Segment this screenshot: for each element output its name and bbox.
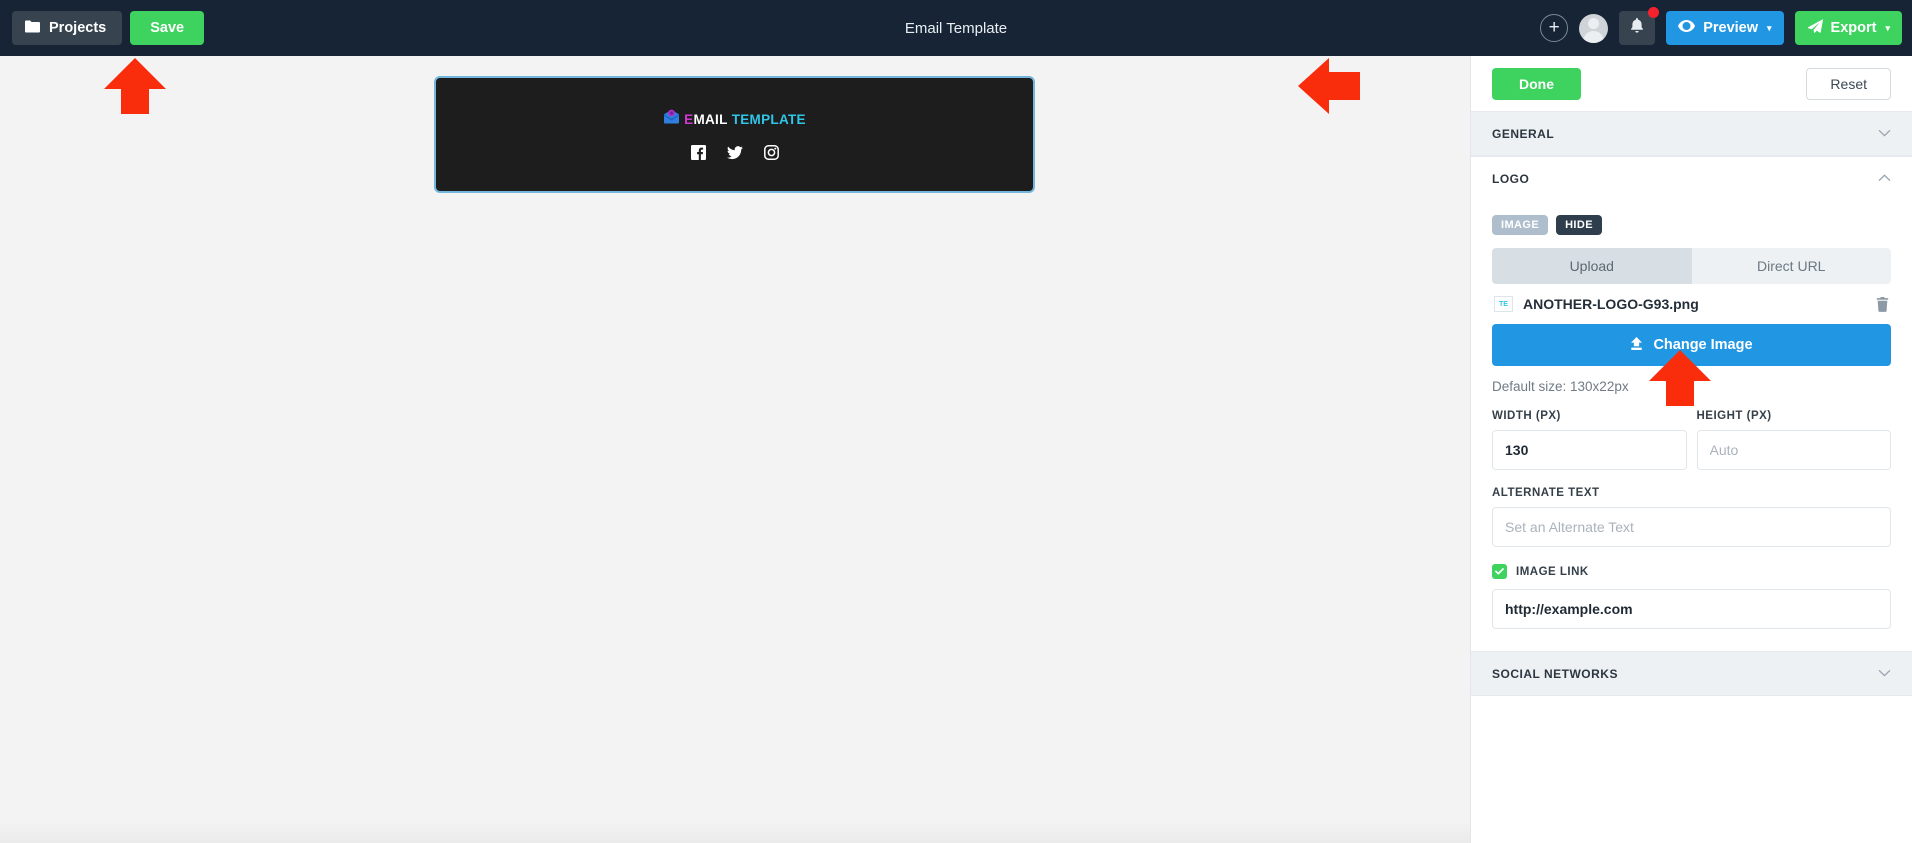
- notification-badge-dot: [1648, 7, 1660, 18]
- email-social-icons: [690, 145, 779, 160]
- chevron-down-icon: [1878, 128, 1891, 140]
- section-header-general[interactable]: GENERAL: [1471, 111, 1912, 156]
- logo-section-body: IMAGE HIDE Upload Direct URL TE ANOTHER-…: [1471, 201, 1912, 651]
- alternate-text-label: ALTERNATE TEXT: [1492, 487, 1600, 499]
- change-image-button-label: Change Image: [1653, 337, 1753, 353]
- badge-hide[interactable]: HIDE: [1556, 215, 1602, 235]
- export-button-label: Export: [1830, 20, 1877, 36]
- done-button[interactable]: Done: [1492, 67, 1581, 100]
- height-input[interactable]: [1696, 430, 1891, 470]
- eye-icon: [1678, 20, 1696, 36]
- image-source-tabs: Upload Direct URL: [1492, 248, 1891, 284]
- logo-mode-badges: IMAGE HIDE: [1492, 215, 1891, 235]
- avatar[interactable]: [1579, 13, 1609, 43]
- file-thumbnail-icon: TE: [1494, 296, 1513, 312]
- width-field-label: WIDTH (PX): [1492, 410, 1561, 422]
- toolbar-right-group: + Preview ▾ Export ▾: [1540, 0, 1902, 56]
- email-canvas[interactable]: EMAIL TEMPLATE: [0, 56, 1470, 843]
- uploaded-file-name: ANOTHER-LOGO-G93.png: [1523, 296, 1699, 312]
- facebook-icon[interactable]: [690, 145, 706, 160]
- plus-icon[interactable]: +: [1540, 14, 1569, 42]
- email-logo[interactable]: EMAIL TEMPLATE: [663, 109, 806, 129]
- toolbar-left-group: Projects Save: [0, 11, 205, 45]
- trash-icon[interactable]: [1876, 296, 1889, 312]
- share-arrow-icon: [1807, 19, 1823, 37]
- section-title-social-networks: SOCIAL NETWORKS: [1492, 666, 1618, 681]
- image-link-toggle-row: IMAGE LINK: [1492, 564, 1891, 579]
- chevron-down-icon: [1878, 668, 1891, 680]
- export-button[interactable]: Export ▾: [1794, 11, 1902, 45]
- email-envelope-icon: [663, 109, 680, 129]
- image-link-checkbox[interactable]: [1492, 564, 1507, 579]
- reset-button[interactable]: Reset: [1806, 67, 1891, 100]
- notification-bell-icon: [1630, 18, 1644, 38]
- canvas-bottom-shade: [0, 821, 1470, 843]
- section-header-logo[interactable]: LOGO: [1471, 156, 1912, 201]
- logo-text-part-3: TEMPLATE: [727, 111, 806, 127]
- preview-button[interactable]: Preview ▾: [1666, 11, 1784, 45]
- email-logo-text: EMAIL TEMPLATE: [684, 112, 806, 127]
- section-header-social-networks[interactable]: SOCIAL NETWORKS: [1471, 651, 1912, 696]
- upload-arrow-icon: [1630, 336, 1643, 354]
- image-link-input[interactable]: [1492, 589, 1891, 629]
- logo-text-part-2: MAIL: [693, 111, 728, 127]
- tab-upload[interactable]: Upload: [1492, 248, 1692, 284]
- alternate-text-input[interactable]: [1492, 507, 1891, 547]
- instagram-icon[interactable]: [763, 145, 779, 160]
- save-button[interactable]: Save: [130, 11, 205, 45]
- change-image-button[interactable]: Change Image: [1492, 324, 1891, 366]
- section-title-general: GENERAL: [1492, 126, 1555, 141]
- image-link-label: IMAGE LINK: [1516, 565, 1589, 578]
- badge-image[interactable]: IMAGE: [1492, 215, 1549, 235]
- tab-direct-url[interactable]: Direct URL: [1691, 248, 1891, 284]
- app-root: Projects Save Email Template + Preview ▾…: [0, 0, 1912, 843]
- chevron-up-icon: [1878, 173, 1891, 185]
- twitter-icon[interactable]: [726, 145, 743, 160]
- preview-button-label: Preview: [1703, 20, 1759, 36]
- projects-button-label: Projects: [49, 20, 107, 36]
- height-field-label: HEIGHT (PX): [1696, 410, 1772, 422]
- width-input[interactable]: [1492, 430, 1687, 470]
- height-field-group: HEIGHT (PX): [1696, 410, 1891, 470]
- projects-button[interactable]: Projects: [12, 11, 123, 45]
- folder-icon: [25, 20, 40, 37]
- section-title-logo: LOGO: [1492, 172, 1530, 186]
- chevron-down-icon: ▾: [1885, 22, 1890, 33]
- panel-action-bar: Done Reset: [1471, 56, 1912, 111]
- chevron-down-icon: ▾: [1767, 22, 1772, 33]
- width-field-group: WIDTH (PX): [1492, 410, 1687, 470]
- uploaded-file-row: TE ANOTHER-LOGO-G93.png: [1492, 284, 1891, 324]
- email-footer-block[interactable]: EMAIL TEMPLATE: [434, 76, 1035, 193]
- settings-panel: Done Reset GENERAL LOGO IMAGE HIDE Uploa…: [1470, 56, 1912, 843]
- size-fields-row: WIDTH (PX) HEIGHT (PX): [1492, 410, 1891, 470]
- notifications-button[interactable]: [1619, 7, 1660, 45]
- top-toolbar: Projects Save Email Template + Preview ▾…: [0, 0, 1912, 56]
- default-size-hint: Default size: 130x22px: [1492, 379, 1629, 394]
